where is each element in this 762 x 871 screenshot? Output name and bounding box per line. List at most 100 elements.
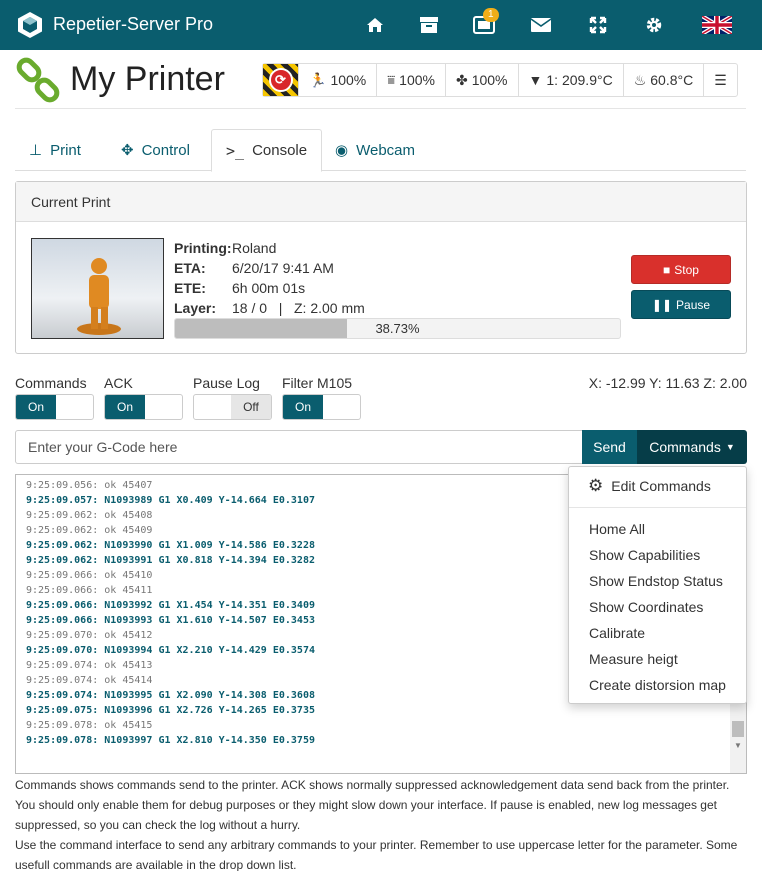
tab-label: Print [50,141,81,159]
printer-title: My Printer [70,60,225,98]
running-icon: 🏃 [309,71,327,88]
speed-multiplier[interactable]: 🏃 100% [299,64,378,96]
console-line: 9:25:09.075: N1093996 G1 X2.726 Y-14.265… [26,705,315,716]
extruder-icon: ▼ [528,72,543,88]
commands-dropdown-menu: ⚙ Edit Commands Home All Show Capabiliti… [568,466,747,704]
print-info: Printing:Roland ETA: 6/20/17 9:41 AM ETE:… [174,238,365,318]
app-brand[interactable]: Repetier-Server Pro [53,14,213,35]
menu-item-show-endstop-status[interactable]: Show Endstop Status [589,573,723,589]
menu-item-show-coordinates[interactable]: Show Coordinates [589,599,703,615]
menu-button[interactable]: ☰ [704,64,737,96]
ete-label: ETE: [174,280,206,296]
progress-text: 38.73% [375,321,420,336]
toggle-state: On [283,395,323,419]
printing-value: Roland [232,240,277,256]
extruder-temperature[interactable]: ▼ 1: 209.9°C [519,64,624,96]
pause-label: Pause [676,297,711,312]
pause-log-toggle[interactable]: Off [193,394,272,420]
printing-label: Printing: [174,240,232,256]
commands-toggle[interactable]: On [15,394,94,420]
extruder-value: 1: 209.9°C [546,72,613,88]
fan-icon: ✤ [455,71,468,88]
menu-item-create-distortion-map[interactable]: Create distorsion map [589,677,726,693]
toggle-state: Off [231,395,271,419]
pause-icon: ❚❚ [651,297,673,312]
filter-m105-toggle-label: Filter M105 [282,375,353,391]
tab-label: Control [141,141,190,159]
tab-label: Webcam [356,141,416,159]
pause-button[interactable]: ❚❚ Pause [631,290,731,319]
hamburger-icon: ☰ [714,71,727,88]
envelope-icon[interactable] [528,12,554,38]
gear-icon: ⚙ [588,476,604,495]
bed-temperature[interactable]: ♨ 60.8°C [624,64,705,96]
caret-down-icon: ▼ [725,442,735,452]
top-navbar: Repetier-Server Pro 1 [0,0,762,50]
eta-label: ETA: [174,260,206,276]
menu-item-home-all[interactable]: Home All [589,521,645,537]
stop-button[interactable]: ■ Stop [631,255,731,284]
webcam-icon: ◉ [335,142,349,159]
ete-value: 6h 00m 01s [232,280,306,296]
help-paragraph: Commands shows commands send to the prin… [15,778,730,832]
tab-webcam[interactable]: ◉ Webcam [321,129,429,171]
home-icon[interactable] [362,12,388,38]
emergency-stop-button[interactable]: ⟳ [263,64,299,96]
tab-control[interactable]: ✥ Control [107,129,204,171]
scrollbar-thumb[interactable] [732,721,744,737]
print-icon: ⊥ [29,142,43,159]
print-thumbnail [31,238,164,339]
speed-value: 100% [330,72,367,88]
print-progress-bar: 38.73% [174,318,621,339]
toggle-state: On [16,395,56,419]
menu-item-show-capabilities[interactable]: Show Capabilities [589,547,700,563]
commands-dropdown-button[interactable]: Commands ▼ [637,430,747,464]
menu-item-calibrate[interactable]: Calibrate [589,625,645,641]
panel-heading: Current Print [16,182,746,222]
bed-value: 60.8°C [650,72,694,88]
tab-label: Console [252,142,308,159]
tab-console[interactable]: >_ Console [211,129,323,172]
printer-link-icon [16,57,60,103]
fan-speed[interactable]: ✤ 100% [446,64,519,96]
commands-toggle-label: Commands [15,375,87,391]
edit-commands-label: Edit Commands [611,478,711,494]
filter-m105-toggle[interactable]: On [282,394,361,420]
uk-flag-icon[interactable] [702,12,732,38]
fullscreen-icon[interactable] [585,12,611,38]
scroll-down-icon[interactable]: ▼ [730,741,746,750]
send-button[interactable]: Send [582,430,637,464]
archive-icon[interactable] [416,12,442,38]
gear-icon[interactable] [641,12,667,38]
printer-tabs: ⊥ Print ✥ Control >_ Console ◉ Webcam [15,129,746,172]
console-line: 9:25:09.078: N1093997 G1 X2.810 Y-14.350… [26,735,315,746]
move-icon: ✥ [121,142,134,159]
notification-badge: 1 [483,8,499,22]
ack-toggle-label: ACK [104,375,133,391]
eta-value: 6/20/17 9:41 AM [232,260,334,276]
repetier-logo-icon[interactable] [17,11,43,39]
menu-item-measure-height[interactable]: Measure heigt [589,651,678,667]
stop-icon: ■ [663,262,671,277]
terminal-icon: >_ [226,141,245,160]
stop-label: Stop [674,262,699,277]
toggle-state: On [105,395,145,419]
menu-divider [569,507,746,508]
layer-label: Layer: [174,300,217,316]
current-print-panel: Current Print Printing:Roland ETA: 6/20/1… [15,181,747,354]
edit-commands-item[interactable]: ⚙ Edit Commands [588,476,711,496]
ack-toggle[interactable]: On [104,394,183,420]
gcode-input[interactable] [15,430,583,464]
help-paragraph: Use the command interface to send any ar… [15,838,738,871]
layer-value: 18 / 0 | Z: 2.00 mm [232,300,365,316]
console-line: 9:25:09.078: ok 45415 [26,720,153,731]
fan-value: 100% [471,72,508,88]
position-readout: X: -12.99 Y: 11.63 Z: 2.00 [588,375,747,391]
printer-status-bar: ⟳ 🏃 100% ⩸ 100% ✤ 100% ▼ 1: 209.9°C ♨ 60… [262,63,738,97]
header-divider [15,108,746,109]
flow-icon: ⩸ [387,72,396,87]
tab-print[interactable]: ⊥ Print [15,129,95,171]
commands-label: Commands [649,439,721,455]
heated-bed-icon: ♨ [633,71,647,88]
flow-multiplier[interactable]: ⩸ 100% [377,64,446,96]
